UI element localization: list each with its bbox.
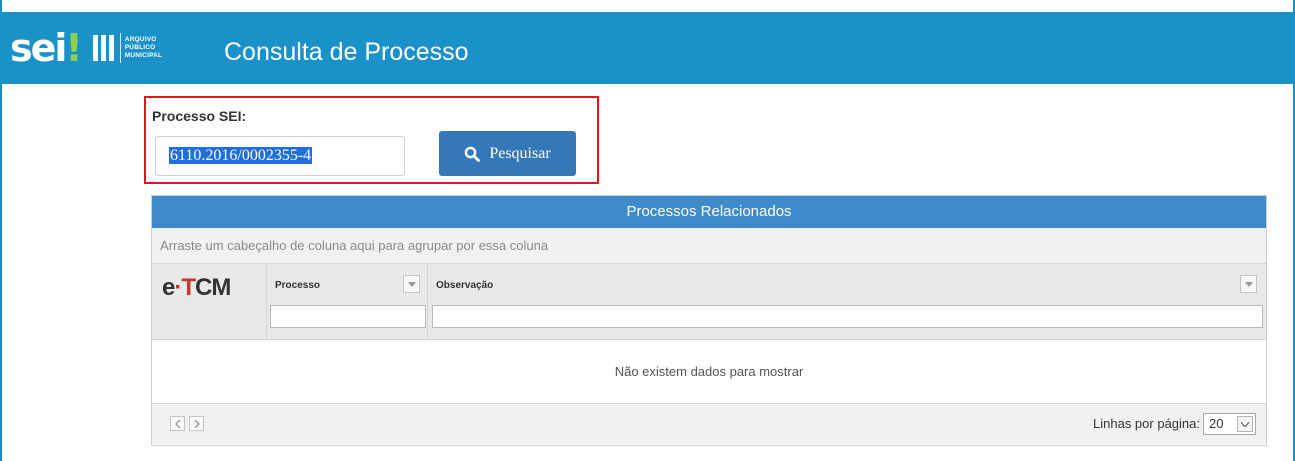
etcm-logo: e·TCM [162, 274, 231, 302]
column-header-observacao[interactable]: Observação [429, 264, 1266, 339]
process-label: Processo SEI: [152, 108, 247, 124]
column-header-processo[interactable]: Processo [268, 264, 428, 339]
logo-caption-line-3: MUNICIPAL [124, 52, 163, 59]
group-by-panel[interactable]: Arraste um cabeçalho de coluna aqui para… [152, 228, 1266, 264]
chevron-down-icon [1244, 281, 1253, 287]
process-input[interactable]: 6110.2016/0002355-4 [155, 136, 405, 176]
process-input-value: 6110.2016/0002355-4 [169, 147, 313, 164]
rows-per-page-value: 20 [1209, 416, 1224, 431]
grid-pager: Linhas por página: 20 [152, 404, 1266, 444]
column-menu-observacao[interactable] [1240, 275, 1257, 293]
app-header: sei! ARQUIVO PÚBLICO MUNICIPAL Consulta … [0, 12, 1295, 84]
grid-header-row: e·TCM Processo Observação [152, 264, 1266, 340]
chevron-left-icon [174, 419, 180, 428]
logo-sei-text: sei! [10, 26, 83, 70]
logo-sei-dot: ! [65, 26, 82, 70]
rows-select-dropdown-button[interactable] [1237, 416, 1253, 432]
filter-input-observacao[interactable] [432, 305, 1263, 328]
next-page-button[interactable] [189, 416, 204, 431]
logo-caption-line-2: PÚBLICO [124, 44, 156, 51]
related-processes-grid: Processos Relacionados Arraste um cabeça… [151, 195, 1267, 446]
empty-data-message: Não existem dados para mostrar [152, 340, 1266, 404]
prev-page-button[interactable] [170, 416, 185, 431]
logo-bars-icon [92, 35, 114, 61]
logo-caption-line-1: ARQUIVO [124, 36, 157, 43]
etcm-logo-prefix: e [162, 274, 175, 301]
page-title: Consulta de Processo [224, 38, 469, 66]
column-label-observacao: Observação [436, 280, 494, 291]
rows-per-page-label: Linhas por página: [1093, 416, 1200, 431]
chevron-down-icon [1241, 421, 1249, 427]
etcm-logo-cell: e·TCM [152, 264, 267, 339]
grid-title: Processos Relacionados [152, 196, 1266, 228]
search-icon [465, 146, 481, 162]
sei-logo: sei! ARQUIVO PÚBLICO MUNICIPAL [10, 26, 162, 70]
column-label-processo: Processo [275, 280, 321, 291]
chevron-down-icon [407, 281, 416, 287]
search-button-label: Pesquisar [489, 144, 551, 162]
chevron-right-icon [194, 419, 200, 428]
column-menu-processo[interactable] [403, 275, 420, 293]
filter-input-processo[interactable] [270, 305, 426, 328]
logo-sei-word: sei [10, 26, 67, 70]
search-panel-highlight: Processo SEI: 6110.2016/0002355-4 Pesqui… [144, 96, 599, 184]
search-button[interactable]: Pesquisar [439, 131, 576, 176]
etcm-logo-middle: T [181, 274, 196, 301]
logo-divider [119, 33, 121, 63]
rows-per-page-select[interactable]: 20 [1203, 413, 1256, 435]
logo-caption: ARQUIVO PÚBLICO MUNICIPAL [125, 36, 162, 60]
etcm-logo-suffix: CM [195, 274, 231, 301]
